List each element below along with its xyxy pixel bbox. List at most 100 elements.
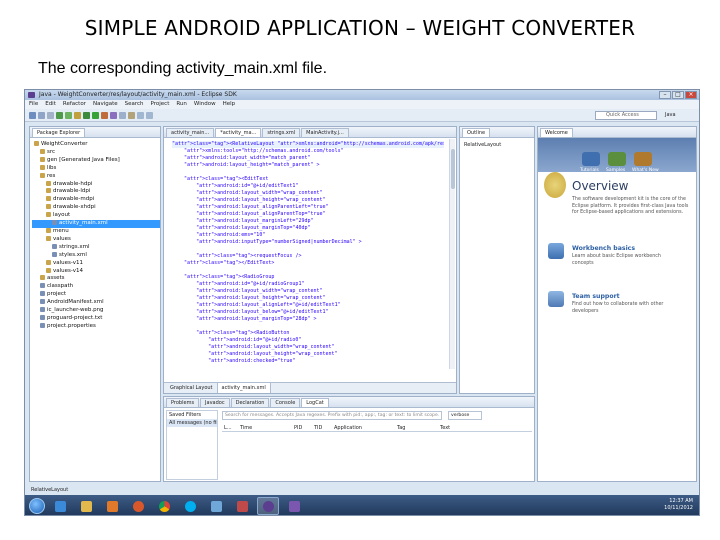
code-line[interactable]: "attr">android:layout_height="wrap_conte… [172,351,444,358]
code-line[interactable]: "attr">android:id="@+id/radio0" [172,337,444,344]
code-line[interactable]: "attr">android:layout_alignLeft="@+id/ed… [172,302,444,309]
tab-editor-4[interactable]: MainActivity.j... [301,128,349,137]
back-icon[interactable] [137,112,144,119]
start-button[interactable] [29,498,45,514]
overview-icon[interactable] [544,172,566,198]
tree-item[interactable]: strings.xml [32,243,160,252]
tree-item[interactable]: proguard-project.txt [32,314,160,323]
tree-item[interactable]: drawable-ldpi [32,188,160,196]
tree-item[interactable]: drawable-hdpi [32,180,160,189]
tab-javadoc[interactable]: Javadoc [200,398,230,407]
menu-run[interactable]: Run [176,100,187,109]
code-line[interactable]: "attr">class="tag"><RelativeLayout "attr… [172,141,444,148]
tree-item[interactable]: drawable-mdpi [32,196,160,204]
run-icon[interactable] [92,112,99,119]
taskbar-chrome[interactable] [153,497,175,515]
code-line[interactable]: "attr">android:layout_height="wrap_conte… [172,197,444,204]
print-icon[interactable] [47,112,54,119]
code-line[interactable]: "attr">android:ems="10" [172,232,444,239]
tab-xml-source[interactable]: activity_main.xml [217,383,271,393]
tree-item[interactable]: values-v14 [32,267,160,276]
code-line[interactable] [172,169,444,176]
system-clock[interactable]: 12:37 AM 10/11/2012 [664,498,693,512]
tab-declaration[interactable]: Declaration [230,398,270,407]
tab-welcome[interactable]: Welcome [540,128,573,137]
tree-item[interactable]: drawable-xhdpi [32,204,160,212]
logcat-search-input[interactable]: Search for messages. Accepts Java regexe… [222,411,442,420]
tree-item[interactable]: project [32,291,160,299]
tree-item[interactable]: styles.xml [32,251,160,260]
tree-item[interactable]: classpath [32,283,160,291]
tree-item[interactable]: values-v11 [32,259,160,268]
tree-item[interactable]: WeightConverter [32,141,160,149]
menu-refactor[interactable]: Refactor [63,100,86,109]
col-tag[interactable]: Tag [397,424,405,432]
taskbar-explorer[interactable] [75,497,97,515]
editor-scrollbar[interactable] [449,139,455,369]
all-messages-filter[interactable]: All messages (no filters) [167,419,217,427]
code-line[interactable] [172,267,444,274]
code-line[interactable]: "attr">android:layout_width="wrap_conten… [172,288,444,295]
col-tid[interactable]: TID [314,424,322,432]
code-line[interactable]: "attr">android:layout_alignParentLeft="t… [172,204,444,211]
external-tools-icon[interactable] [101,112,108,119]
close-button[interactable]: × [685,91,697,99]
taskbar-app-2[interactable] [283,497,305,515]
workbench-basics-link[interactable]: Workbench basics [572,245,635,252]
minimize-button[interactable]: – [659,91,671,99]
taskbar-media[interactable] [101,497,123,515]
code-line[interactable]: "attr">class="tag"></EditText> [172,260,444,267]
tab-outline[interactable]: Outline [462,128,491,137]
code-line[interactable]: "attr">android:layout_marginLeft="29dp" [172,218,444,225]
code-line[interactable]: "attr">android:layout_width="wrap_conten… [172,344,444,351]
code-line[interactable]: "attr">android:layout_height="match_pare… [172,162,444,169]
tree-item-selected[interactable]: activity_main.xml [32,220,160,228]
search-icon[interactable] [128,112,135,119]
code-line[interactable]: "attr">android:layout_below="@+id/editTe… [172,309,444,316]
tree-item[interactable]: project.properties [32,322,160,331]
code-line[interactable]: "attr">class="tag"><RadioGroup [172,274,444,281]
menu-file[interactable]: File [29,100,38,109]
col-application[interactable]: Application [334,424,362,432]
tree-item[interactable]: ic_launcher-web.png [32,307,160,315]
col-text[interactable]: Text [440,424,450,432]
menu-project[interactable]: Project [151,100,170,109]
menu-navigate[interactable]: Navigate [93,100,118,109]
col-pid[interactable]: PID [294,424,302,432]
tutorials-link[interactable]: Tutorials [580,168,599,173]
tab-logcat[interactable]: LogCat [301,398,329,407]
code-line[interactable]: "attr">android:layout_alignParentTop="tr… [172,211,444,218]
tab-graphical-layout[interactable]: Graphical Layout [166,383,218,393]
taskbar-paint[interactable] [205,497,227,515]
code-line[interactable]: "attr">android:layout_width="match_paren… [172,155,444,162]
code-line[interactable]: "attr">android:layout_width="wrap_conten… [172,190,444,197]
samples-icon[interactable] [608,152,626,166]
tree-item[interactable]: assets [32,275,160,283]
quick-access-input[interactable]: Quick Access [595,111,657,120]
code-line[interactable]: "attr">xmlns:tools="http://schemas.andro… [172,148,444,155]
taskbar-app[interactable] [231,497,253,515]
taskbar-firefox[interactable] [127,497,149,515]
tree-item[interactable]: res [32,172,160,181]
code-line[interactable]: "attr">android:id="@+id/editText1" [172,183,444,190]
col-level[interactable]: L... [224,424,232,432]
save-icon[interactable] [38,112,45,119]
code-area[interactable]: "attr">class="tag"><RelativeLayout "attr… [172,141,444,365]
log-level-select[interactable]: verbose [448,411,482,420]
debug-icon[interactable] [83,112,90,119]
workbench-icon[interactable] [548,243,564,259]
tab-console[interactable]: Console [270,398,301,407]
tree-item[interactable]: layout [32,212,160,220]
tree-item[interactable]: menu [32,227,160,236]
maximize-button[interactable]: □ [672,91,684,99]
whats-new-link[interactable]: What's New [632,168,659,173]
tree-item[interactable]: gen [Generated Java Files] [32,156,160,165]
menu-help[interactable]: Help [223,100,236,109]
tab-editor-3[interactable]: strings.xml [262,128,301,137]
code-line[interactable]: "attr">class="tag"><RadioButton [172,330,444,337]
taskbar-ie[interactable] [49,497,71,515]
whats-new-icon[interactable] [634,152,652,166]
menu-window[interactable]: Window [194,100,216,109]
tab-editor-1[interactable]: activity_main... [166,128,215,137]
lint-icon[interactable] [74,112,81,119]
